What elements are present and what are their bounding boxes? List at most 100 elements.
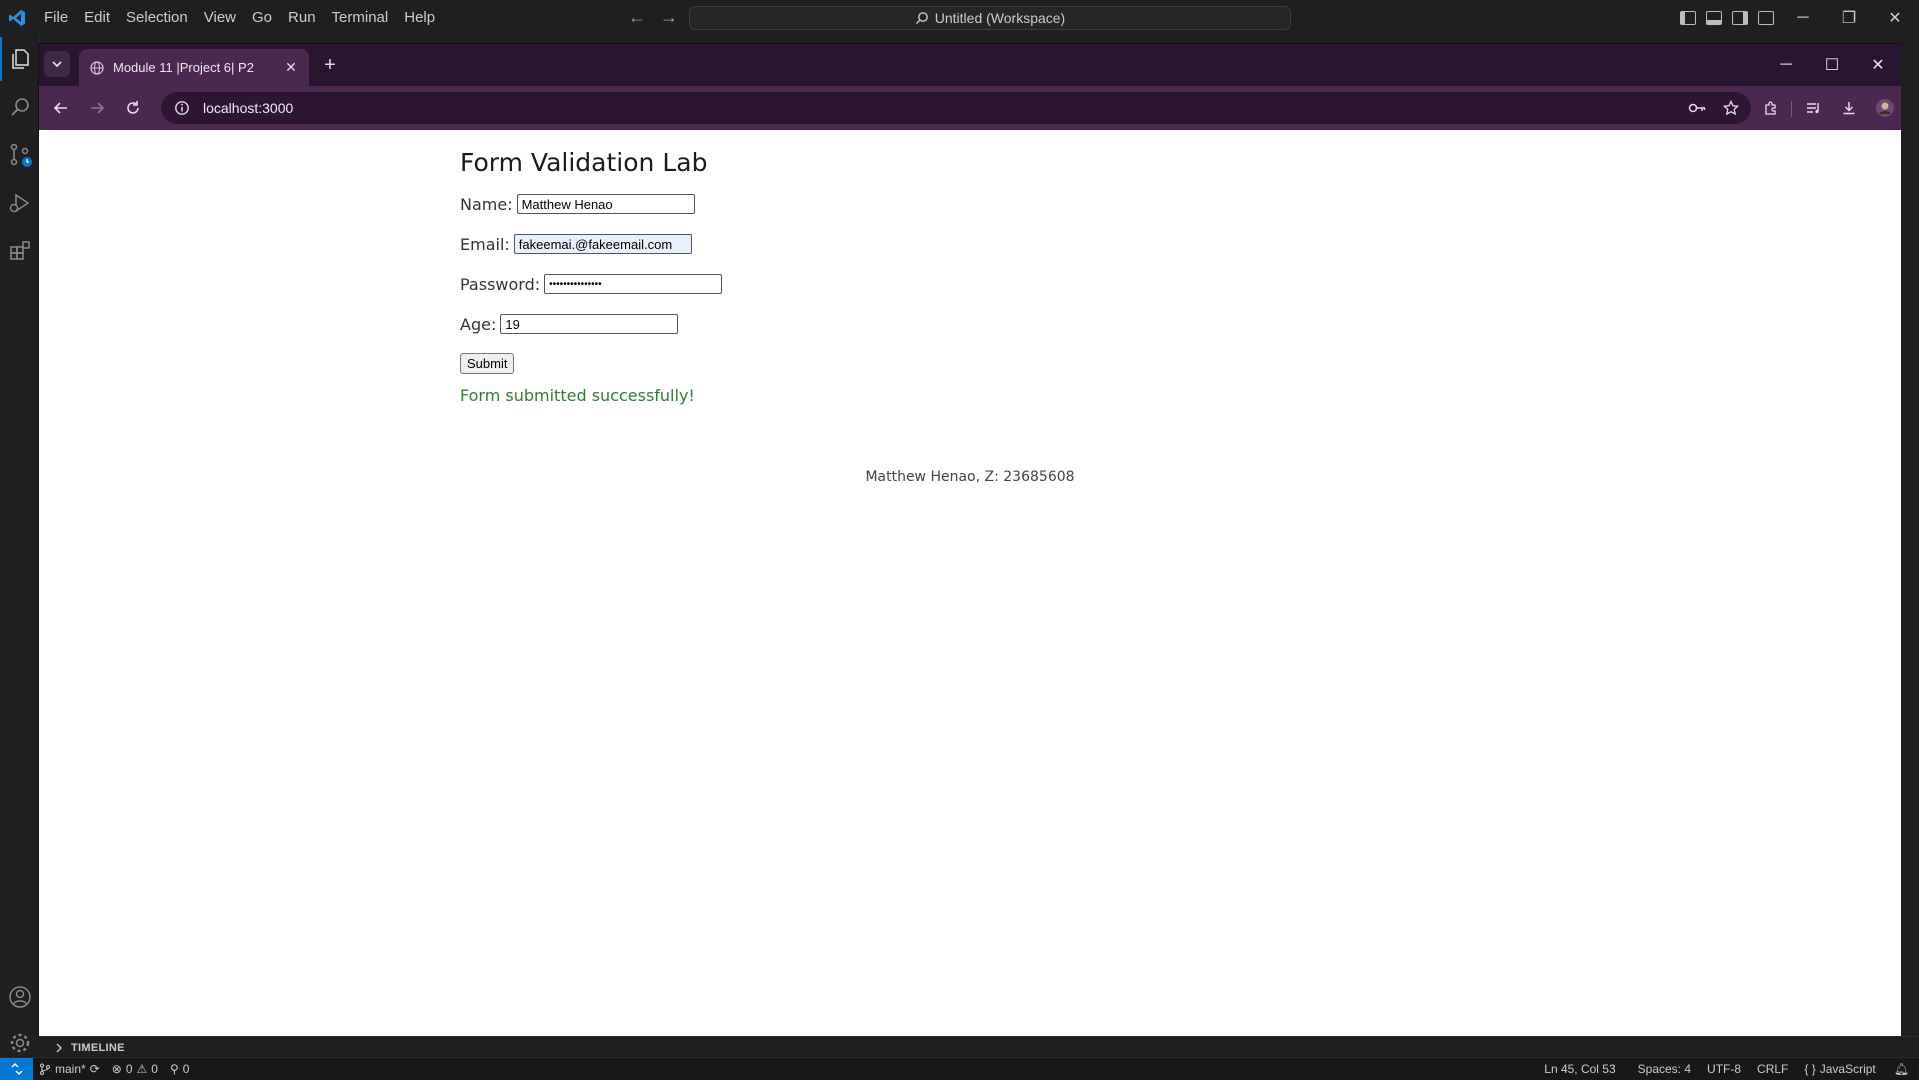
history-navigation: ← → <box>628 0 678 35</box>
menu-run[interactable]: Run <box>280 0 324 35</box>
new-tab-icon[interactable]: + <box>319 54 341 76</box>
url-text: localhost:3000 <box>203 100 294 116</box>
downloads-icon[interactable] <box>1835 94 1863 122</box>
source-control-icon[interactable] <box>0 133 39 177</box>
menu-file[interactable]: File <box>36 0 76 35</box>
age-label: Age: <box>460 314 497 334</box>
validation-form: Form Validation Lab Name: Matthew Henao … <box>460 148 723 405</box>
window-controls: ─ ❐ ✕ <box>1780 0 1918 35</box>
go-forward-icon[interactable]: → <box>660 7 678 28</box>
extensions-icon[interactable] <box>0 229 39 273</box>
menu-terminal[interactable]: Terminal <box>324 0 397 35</box>
braces-icon: { } <box>1804 1062 1816 1076</box>
tab-title: Module 11 |Project 6| P2 <box>113 60 254 75</box>
age-row: Age: 19 <box>460 312 722 336</box>
submit-button[interactable]: Submit <box>460 353 515 374</box>
status-bar: main* ⟳ ⊗ 0 ⚠ 0 ⚲ 0 Ln 45, Col 53 Spaces… <box>0 1057 1919 1080</box>
restore-icon[interactable]: ❐ <box>1826 0 1872 35</box>
error-icon: ⊗ <box>111 1062 122 1076</box>
remote-indicator-icon[interactable] <box>0 1058 33 1080</box>
language-mode[interactable]: { } JavaScript <box>1796 1062 1883 1076</box>
status-bar-right: Ln 45, Col 53 Spaces: 4 UTF-8 CRLF { } J… <box>1530 1058 1919 1080</box>
close-icon[interactable]: ✕ <box>1872 0 1918 35</box>
language-name: JavaScript <box>1819 1062 1876 1076</box>
tab-search-dropdown-icon[interactable] <box>44 51 70 77</box>
toggle-panel-icon[interactable] <box>1706 10 1722 25</box>
error-count: 0 <box>125 1062 133 1076</box>
profile-avatar-icon[interactable] <box>1871 94 1899 122</box>
back-arrow-icon[interactable] <box>47 94 75 122</box>
minimize-icon[interactable]: ─ <box>1780 0 1826 35</box>
search-icon <box>915 12 928 24</box>
command-center-label: Untitled (Workspace) <box>934 10 1066 26</box>
file-encoding[interactable]: UTF-8 <box>1699 1062 1749 1076</box>
accounts-icon[interactable] <box>0 975 39 1019</box>
problems-indicator[interactable]: ⊗ 0 ⚠ 0 <box>106 1062 164 1076</box>
ports-count: 0 <box>182 1062 190 1076</box>
name-row: Name: Matthew Henao <box>460 192 722 216</box>
bookmark-star-icon[interactable] <box>1717 94 1745 122</box>
password-row: Password: ••••••••••••••• <box>460 272 723 296</box>
email-row: Email: fakeemai.@fakeemail.com <box>460 232 722 256</box>
sync-icon[interactable]: ⟳ <box>90 1062 100 1076</box>
vscode-logo-icon <box>0 0 34 35</box>
success-message: Form submitted successfully! <box>460 386 695 405</box>
chevron-right-icon <box>56 1043 62 1052</box>
ports-indicator[interactable]: ⚲ 0 <box>164 1062 195 1076</box>
page-title: Form Validation Lab <box>460 148 708 177</box>
go-back-icon[interactable]: ← <box>628 7 646 28</box>
password-key-icon[interactable] <box>1683 94 1711 122</box>
end-of-line[interactable]: CRLF <box>1749 1062 1796 1076</box>
email-input[interactable]: fakeemai.@fakeemail.com <box>513 234 692 254</box>
browser-tab-active[interactable]: Module 11 |Project 6| P2 ✕ <box>79 49 309 86</box>
branch-name: main* <box>55 1062 86 1076</box>
toggle-secondary-sidebar-icon[interactable] <box>1732 10 1748 25</box>
page-footer: Matthew Henao, Z: 23685608 <box>865 469 1075 485</box>
forward-arrow-icon[interactable] <box>83 94 111 122</box>
toggle-primary-sidebar-icon[interactable] <box>1680 10 1696 25</box>
menu-go[interactable]: Go <box>244 0 280 35</box>
browser-close-icon[interactable]: ✕ <box>1855 44 1901 86</box>
menu-help[interactable]: Help <box>396 0 443 35</box>
age-input[interactable]: 19 <box>500 314 679 334</box>
reload-icon[interactable] <box>119 94 147 122</box>
timeline-panel-header[interactable]: TIMELINE <box>39 1036 1919 1058</box>
address-bar[interactable]: localhost:3000 <box>161 92 1751 124</box>
menu-selection[interactable]: Selection <box>118 0 196 35</box>
browser-minimize-icon[interactable]: ─ <box>1763 44 1809 86</box>
warning-icon: ⚠ <box>136 1062 148 1076</box>
search-icon[interactable] <box>0 85 39 129</box>
site-info-icon[interactable] <box>167 93 197 123</box>
customize-layout-icon[interactable] <box>1758 10 1774 25</box>
ports-icon: ⚲ <box>169 1062 179 1076</box>
name-label: Name: <box>460 194 513 214</box>
layout-controls <box>1680 0 1774 35</box>
run-debug-icon[interactable] <box>0 181 39 225</box>
toolbar-divider <box>1791 101 1792 117</box>
globe-icon <box>89 60 105 76</box>
menu-edit[interactable]: Edit <box>76 0 118 35</box>
activity-bar <box>0 35 40 1057</box>
menu-view[interactable]: View <box>196 0 244 35</box>
menu-bar: File Edit Selection View Go Run Terminal… <box>36 0 443 35</box>
browser-tab-strip: Module 11 |Project 6| P2 ✕ + ─ ☐ ✕ <box>39 44 1901 86</box>
browser-maximize-icon[interactable]: ☐ <box>1809 44 1855 86</box>
vscode-title-bar: File Edit Selection View Go Run Terminal… <box>0 0 1919 35</box>
indentation[interactable]: Spaces: 4 <box>1630 1062 1699 1076</box>
branch-indicator[interactable]: main* ⟳ <box>33 1062 106 1076</box>
email-label: Email: <box>460 234 510 254</box>
name-input[interactable]: Matthew Henao <box>516 194 695 214</box>
warning-count: 0 <box>151 1062 158 1076</box>
cursor-position[interactable]: Ln 45, Col 53 <box>1530 1062 1629 1076</box>
editor-scrollbar-area <box>1901 44 1919 1036</box>
extensions-puzzle-icon[interactable] <box>1757 94 1785 122</box>
password-label: Password: <box>460 274 541 294</box>
password-input[interactable]: ••••••••••••••• <box>544 274 723 294</box>
command-center[interactable]: Untitled (Workspace) <box>689 6 1291 30</box>
notifications-bell-icon[interactable]: 🔔︎ <box>1884 1062 1919 1076</box>
close-tab-icon[interactable]: ✕ <box>281 58 301 78</box>
explorer-icon[interactable] <box>0 37 39 81</box>
media-controls-icon[interactable] <box>1799 94 1827 122</box>
browser-window: Module 11 |Project 6| P2 ✕ + ─ ☐ ✕ local… <box>39 44 1901 1036</box>
browser-toolbar: localhost:3000 <box>39 86 1901 130</box>
